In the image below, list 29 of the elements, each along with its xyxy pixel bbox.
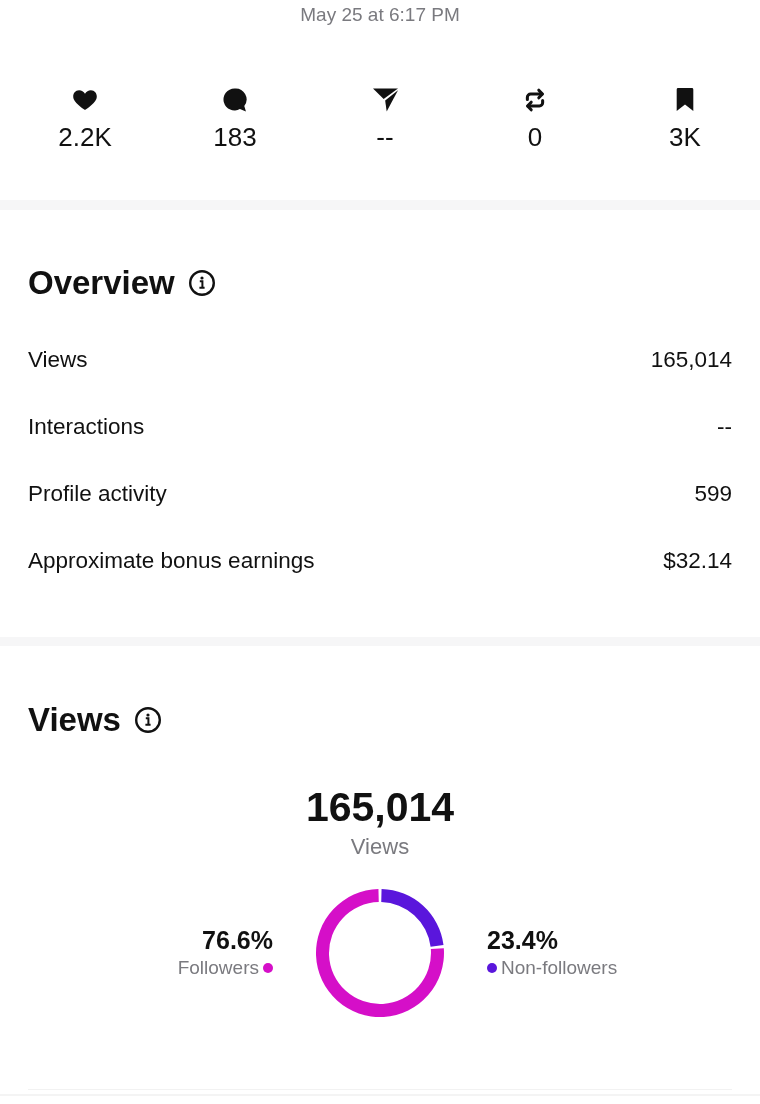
- paper-plane-icon: [372, 88, 398, 112]
- section-heading: Views: [28, 700, 121, 740]
- legend-percent: 76.6%: [202, 925, 273, 955]
- speech-bubble-icon: [223, 88, 247, 112]
- views-total: 165,014: [305, 783, 455, 831]
- heart-icon: [73, 88, 97, 112]
- info-icon[interactable]: [134, 707, 161, 733]
- info-icon[interactable]: [188, 270, 215, 296]
- stat-count: 2.2K: [58, 122, 112, 152]
- metric-label: Approximate bonus earnings: [28, 547, 315, 574]
- stat-count: 3K: [669, 122, 701, 152]
- stat-count: 183: [213, 122, 257, 152]
- stat-count: --: [376, 122, 394, 152]
- metric-label: Views: [28, 346, 88, 373]
- stat-count: 0: [527, 122, 543, 152]
- legend-label: Followers: [177, 956, 259, 980]
- views-total-label: Views: [350, 833, 410, 861]
- bookmark-icon: [675, 88, 695, 112]
- metric-value: $32.14: [663, 547, 732, 574]
- legend-label: Non-followers: [501, 956, 618, 980]
- metric-value: 165,014: [650, 346, 732, 373]
- metric-label: Profile activity: [28, 480, 167, 507]
- metric-label: Interactions: [28, 413, 145, 440]
- post-timestamp: May 25 at 6:17 PM: [299, 3, 461, 27]
- metric-value: --: [717, 413, 732, 440]
- repost-arrows-icon: [524, 88, 546, 112]
- metric-value: 599: [694, 480, 732, 507]
- legend-percent: 23.4%: [487, 925, 558, 955]
- section-heading: Overview: [28, 263, 175, 303]
